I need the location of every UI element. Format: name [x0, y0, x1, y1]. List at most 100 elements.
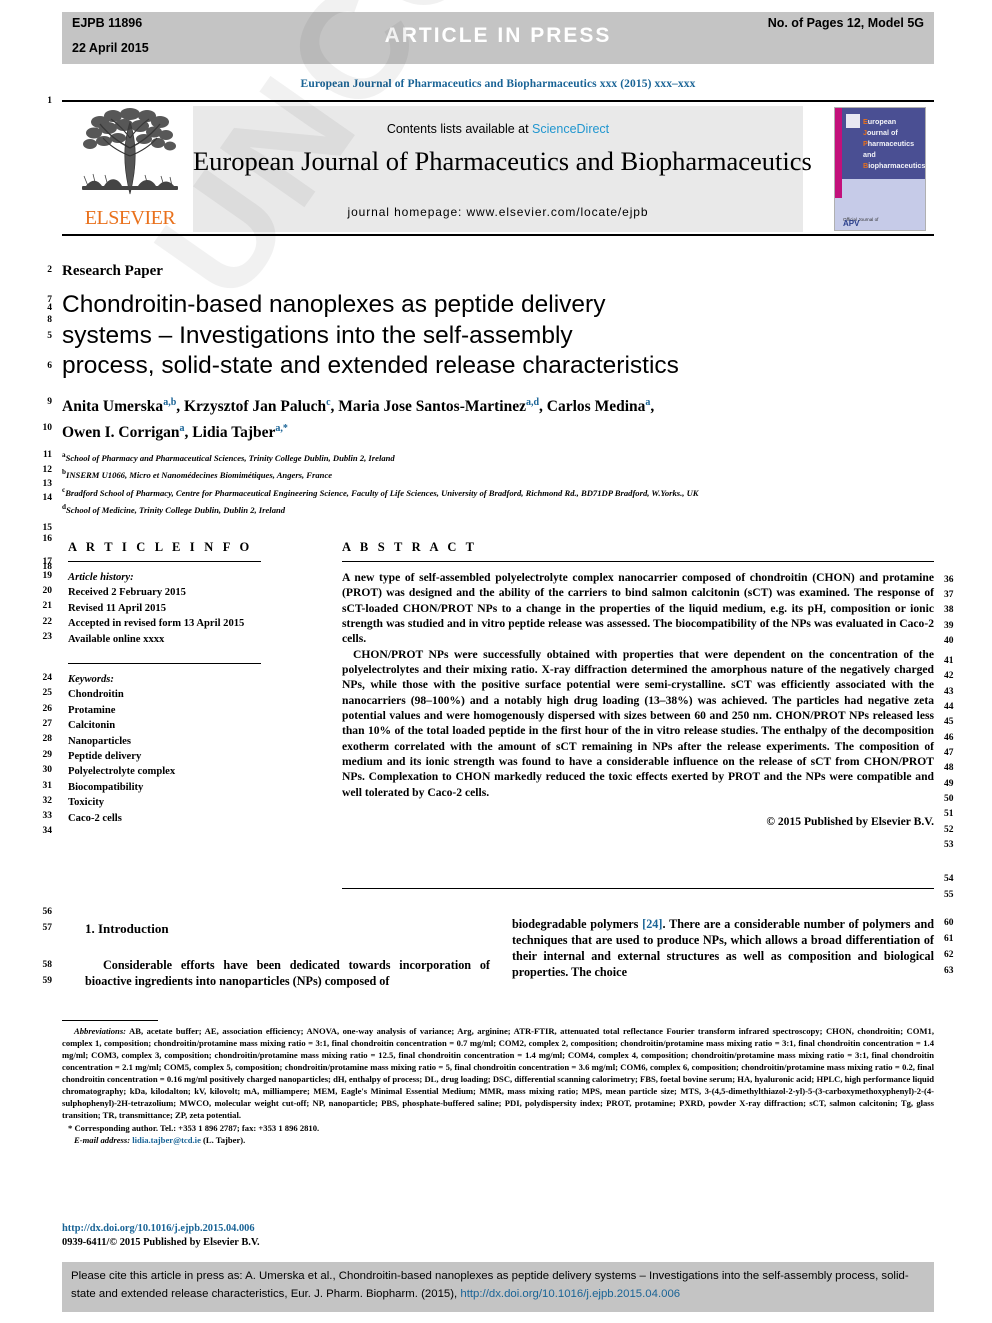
- keyword-item: Toxicity: [68, 797, 105, 809]
- keyword-item: Calcitonin: [68, 720, 116, 732]
- article-history-label: Article history:: [68, 572, 134, 583]
- author-name: Owen I. Corrigan: [62, 424, 180, 442]
- line-number: 50: [944, 794, 954, 804]
- author-name: Maria Jose Santos-Martinez: [338, 398, 526, 416]
- email-label: E-mail address:: [74, 1135, 131, 1146]
- keyword-item: Nanoparticles: [68, 735, 131, 747]
- article-in-press-banner: EJPB 11896 22 April 2015 ARTICLE IN PRES…: [62, 12, 934, 64]
- keywords-label: Keywords:: [68, 674, 114, 685]
- affiliation-item: cBradford School of Pharmacy, Centre for…: [62, 483, 942, 500]
- line-number: 34: [42, 826, 53, 836]
- article-info-rule: [68, 561, 261, 562]
- cover-line-4: iopharmaceutics: [868, 161, 926, 170]
- cite-this-article-box: Please cite this article in press as: A.…: [62, 1262, 934, 1312]
- line-number: 62: [944, 950, 954, 960]
- keyword-item: Peptide delivery: [68, 751, 142, 763]
- abbreviations-label: Abbreviations:: [74, 1026, 127, 1036]
- line-number: 54: [944, 874, 954, 884]
- introduction-text-right: biodegradable polymers [24]. There are a…: [512, 916, 934, 980]
- cover-line-1: uropean: [867, 117, 897, 126]
- keywords-rule: [68, 663, 261, 664]
- line-number: 47: [944, 748, 954, 758]
- line-number: 55: [944, 890, 954, 900]
- author-name: Anita Umerska: [62, 398, 164, 416]
- line-number: 15: [42, 523, 53, 533]
- line-number: 5: [47, 331, 52, 341]
- doi-block: http://dx.doi.org/10.1016/j.ejpb.2015.04…: [62, 1222, 260, 1250]
- affiliation-item: aSchool of Pharmacy and Pharmaceutical S…: [62, 448, 942, 465]
- introduction-column-right: biodegradable polymers [24]. There are a…: [512, 916, 934, 980]
- affiliation-text: School of Pharmacy and Pharmaceutical Sc…: [65, 452, 395, 463]
- line-number: 14: [42, 493, 53, 503]
- cite-doi-link[interactable]: http://dx.doi.org/10.1016/j.ejpb.2015.04…: [460, 1288, 680, 1300]
- footnote-rule: [62, 1020, 158, 1021]
- cover-title-text: European Journal of Pharmaceutics and Bi…: [863, 116, 925, 171]
- line-number: 16: [42, 534, 53, 544]
- line-number: 10: [42, 423, 53, 433]
- running-head: European Journal of Pharmaceutics and Bi…: [300, 78, 696, 90]
- affiliation-text: INSERM U1066, Micro et Nanomédecines Bio…: [65, 470, 333, 481]
- cover-emblem-icon: [846, 114, 860, 128]
- cite-text: Please cite this article in press as: A.…: [71, 1268, 925, 1303]
- line-number: 29: [42, 750, 53, 760]
- line-number: 56: [42, 907, 53, 917]
- email-link[interactable]: lidia.tajber@tcd.ie: [132, 1135, 201, 1145]
- line-number: 44: [944, 702, 954, 712]
- keyword-item: Biocompatibility: [68, 781, 144, 793]
- line-number: 25: [42, 688, 53, 698]
- author-affiliation-marker: a,d: [525, 397, 540, 408]
- cover-apv-logo: APV: [843, 219, 860, 228]
- contents-prefix: Contents lists available at: [386, 122, 533, 136]
- line-number: 63: [944, 966, 954, 976]
- abstract-copyright: © 2015 Published by Elsevier B.V.: [766, 815, 934, 829]
- line-number: 20: [42, 586, 53, 596]
- keyword-item: Polyelectrolyte complex: [68, 766, 176, 778]
- author-separator: ,: [650, 398, 655, 416]
- introduction-column-left: Considerable efforts have been dedicated…: [85, 957, 490, 989]
- email-note: E-mail address: lidia.tajber@tcd.ie (L. …: [62, 1134, 934, 1146]
- author-separator: ,: [176, 398, 184, 416]
- line-number: 37: [944, 590, 954, 600]
- corresponding-author-note: * Corresponding author. Tel.: +353 1 896…: [68, 1123, 320, 1134]
- contents-list-line: Contents lists available at ScienceDirec…: [193, 122, 803, 136]
- keyword-item: Caco-2 cells: [68, 812, 122, 824]
- line-number: 26: [42, 704, 53, 714]
- abstract-heading: A B S T R A C T: [342, 540, 478, 554]
- citation-reference-24[interactable]: [24]: [642, 917, 662, 931]
- introduction-text-left: Considerable efforts have been dedicated…: [85, 958, 490, 989]
- author-list: Anita Umerskaa,b, Krzysztof Jan Paluchc,…: [62, 392, 892, 444]
- line-number: 19: [42, 571, 53, 581]
- title-line-1: Chondroitin-based nanoplexes as peptide …: [62, 291, 606, 318]
- line-number: 30: [42, 765, 53, 775]
- line-number: 24: [42, 673, 53, 683]
- history-item: Accepted in revised form 13 April 2015: [68, 618, 245, 630]
- line-number: 58: [42, 960, 53, 970]
- affiliation-item: bINSERM U1066, Micro et Nanomédecines Bi…: [62, 465, 942, 482]
- intro-right-pre: biodegradable polymers: [512, 917, 643, 931]
- line-number: 33: [42, 811, 53, 821]
- line-number: 2: [47, 265, 52, 275]
- line-number: 46: [944, 733, 954, 743]
- line-number: 21: [42, 601, 53, 611]
- doi-link[interactable]: http://dx.doi.org/10.1016/j.ejpb.2015.04…: [62, 1222, 260, 1236]
- line-number: 9: [47, 397, 52, 407]
- page-title: Chondroitin-based nanoplexes as peptide …: [62, 290, 822, 382]
- keyword-item: Protamine: [68, 704, 116, 716]
- line-number: 27: [42, 719, 53, 729]
- line-number: 11: [43, 450, 52, 460]
- line-number: 6: [47, 361, 52, 371]
- line-number: 42: [944, 671, 954, 681]
- abstract-bottom-rule: [342, 888, 934, 889]
- journal-masthead: Contents lists available at ScienceDirec…: [62, 100, 934, 236]
- line-number: 60: [944, 918, 954, 928]
- line-number: 23: [42, 632, 53, 642]
- email-suffix: (L. Tajber).: [200, 1135, 246, 1146]
- journal-homepage[interactable]: journal homepage: www.elsevier.com/locat…: [193, 205, 803, 219]
- affiliation-item: dSchool of Medicine, Trinity College Dub…: [62, 500, 942, 517]
- sciencedirect-link[interactable]: ScienceDirect: [532, 122, 609, 136]
- author-name: Krzysztof Jan Paluch: [184, 398, 327, 416]
- line-number: 36: [944, 575, 954, 585]
- line-number: 41: [944, 656, 954, 666]
- article-type-label: Research Paper: [62, 263, 163, 279]
- section-heading-introduction: 1. Introduction: [85, 921, 169, 936]
